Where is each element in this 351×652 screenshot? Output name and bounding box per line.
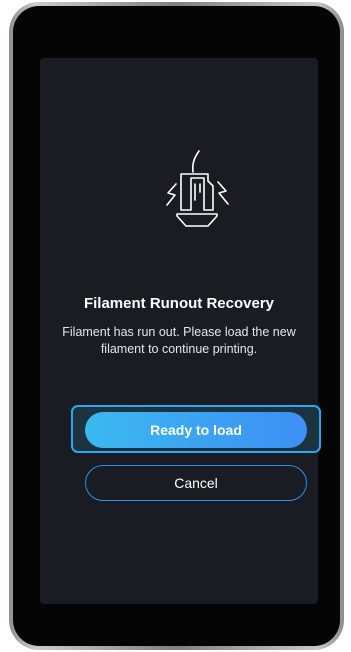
device-frame: Filament Runout Recovery Filament has ru… — [9, 2, 344, 650]
filament-runout-icon — [156, 148, 236, 248]
cancel-button[interactable]: Cancel — [85, 465, 307, 501]
ready-to-load-button[interactable]: Ready to load — [85, 412, 307, 448]
dialog-title: Filament Runout Recovery — [83, 295, 275, 312]
dialog-screen: Filament Runout Recovery Filament has ru… — [40, 58, 321, 604]
dialog-message: Filament has run out. Please load the ne… — [62, 325, 296, 356]
device-body: Filament Runout Recovery Filament has ru… — [13, 6, 340, 646]
